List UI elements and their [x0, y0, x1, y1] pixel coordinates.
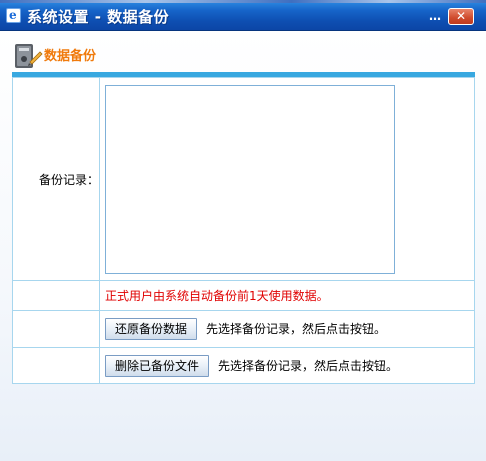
notice-row: 正式用户由系统自动备份前1天使用数据。: [12, 280, 475, 311]
delete-row: 删除已备份文件 先选择备份记录，然后点击按钮。: [12, 347, 475, 384]
delete-label-cell: [12, 347, 100, 384]
auto-backup-notice: 正式用户由系统自动备份前1天使用数据。: [105, 289, 329, 303]
minimize-button[interactable]: …: [424, 8, 446, 24]
title-bar-top-strip: [0, 0, 486, 3]
close-button[interactable]: ✕: [448, 8, 474, 25]
restore-row: 还原备份数据 先选择备份记录，然后点击按钮。: [12, 310, 475, 348]
restore-backup-button[interactable]: 还原备份数据: [105, 318, 198, 340]
record-row: 备份记录：: [12, 77, 475, 281]
backup-form: 备份记录： 正式用户由系统自动备份前1天使用数据。 还原备份数据 先选择备份记录，…: [12, 77, 475, 384]
notice-label-cell: [12, 280, 100, 311]
delete-backup-file-button[interactable]: 删除已备份文件: [105, 354, 210, 377]
delete-hint: 先选择备份记录，然后点击按钮。: [218, 358, 399, 373]
restore-cell: 还原备份数据 先选择备份记录，然后点击按钮。: [99, 310, 475, 348]
restore-hint: 先选择备份记录，然后点击按钮。: [206, 322, 387, 336]
backup-record-list[interactable]: [105, 84, 395, 274]
delete-cell: 删除已备份文件 先选择备份记录，然后点击按钮。: [99, 347, 475, 384]
notice-cell: 正式用户由系统自动备份前1天使用数据。: [99, 280, 475, 311]
record-cell: [99, 77, 475, 281]
section-title: 数据备份: [44, 49, 97, 64]
window-title: 系统设置 - 数据备份: [27, 8, 170, 26]
app-icon: e: [6, 8, 21, 23]
restore-label-cell: [12, 310, 100, 348]
record-label: 备份记录：: [12, 77, 100, 281]
title-bar: e 系统设置 - 数据备份 … ✕: [0, 0, 486, 31]
backup-icon: [15, 44, 43, 68]
